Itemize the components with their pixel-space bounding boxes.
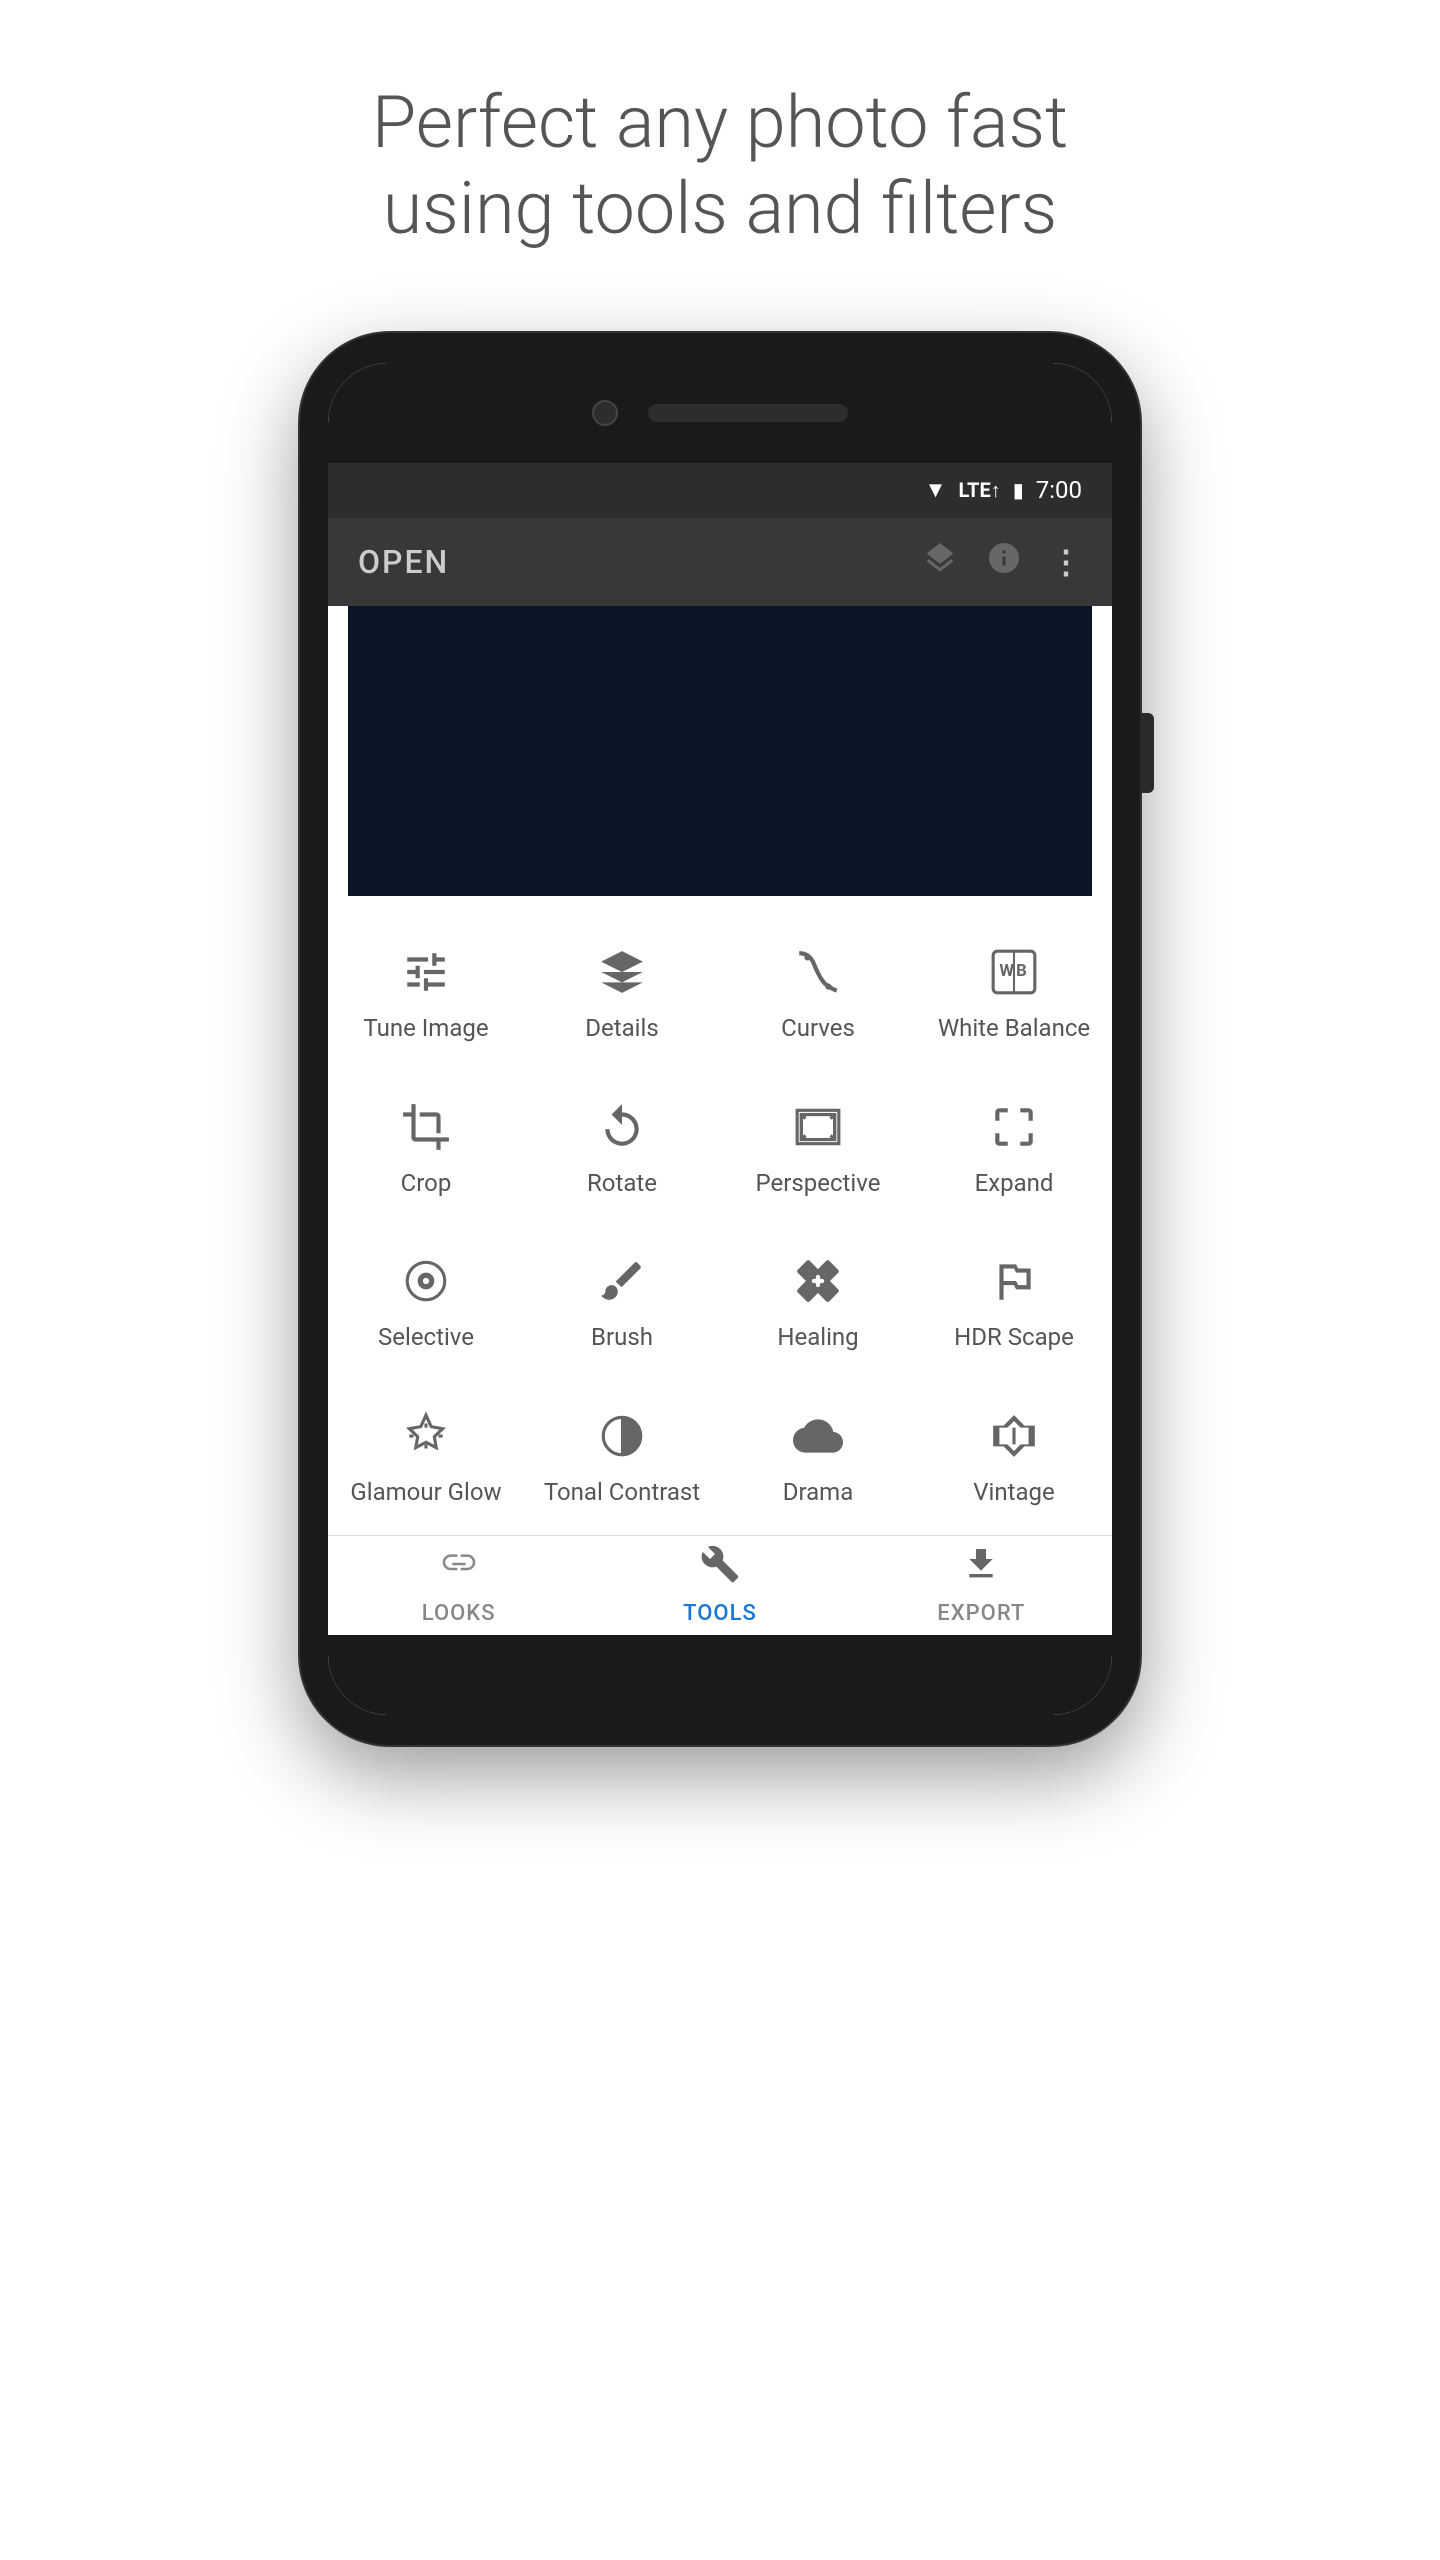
tool-hdr-scape[interactable]: HDR Scape [916, 1225, 1112, 1380]
hdr-scape-icon [989, 1253, 1039, 1309]
glamour-glow-icon [401, 1408, 451, 1464]
tool-rotate[interactable]: Rotate [524, 1071, 720, 1226]
wifi-icon: ▼ [925, 477, 947, 503]
tool-drama[interactable]: Drama [720, 1380, 916, 1535]
tool-tonal-contrast[interactable]: Tonal Contrast [524, 1380, 720, 1535]
drama-icon [793, 1408, 843, 1464]
white-balance-icon: W B [989, 944, 1039, 1000]
perspective-label: Perspective [756, 1169, 881, 1198]
brush-icon [597, 1253, 647, 1309]
tool-glamour-glow[interactable]: Glamour Glow [328, 1380, 524, 1535]
phone-speaker [648, 404, 848, 422]
drama-label: Drama [783, 1478, 854, 1507]
tune-image-icon [401, 944, 451, 1000]
details-label: Details [585, 1014, 658, 1043]
bottom-nav: LOOKS TOOLS [328, 1535, 1112, 1635]
status-bar: ▼ LTE↑ ▮ 7:00 [328, 463, 1112, 518]
app-header: OPEN ⋮ [328, 518, 1112, 606]
tool-healing[interactable]: Healing [720, 1225, 916, 1380]
headline-line2: using tools and filters [383, 166, 1057, 251]
vintage-icon [989, 1408, 1039, 1464]
export-label: EXPORT [937, 1601, 1025, 1626]
battery-icon: ▮ [1013, 478, 1024, 502]
more-icon[interactable]: ⋮ [1050, 543, 1082, 581]
header-icons: ⋮ [922, 540, 1082, 584]
lte-icon: LTE↑ [958, 478, 1000, 503]
healing-icon [793, 1253, 843, 1309]
crop-label: Crop [401, 1169, 452, 1198]
tune-image-label: Tune Image [363, 1014, 488, 1043]
tool-perspective[interactable]: Perspective [720, 1071, 916, 1226]
tools-grid: Tune Image Details [328, 916, 1112, 1535]
tool-white-balance[interactable]: W B White Balance [916, 916, 1112, 1071]
details-icon [597, 944, 647, 1000]
phone-bezel-bottom [328, 1635, 1112, 1715]
tools-label: TOOLS [683, 1601, 757, 1626]
phone-camera [592, 400, 618, 426]
tonal-contrast-icon [597, 1408, 647, 1464]
expand-label: Expand [975, 1169, 1054, 1198]
glamour-glow-label: Glamour Glow [350, 1478, 501, 1507]
healing-label: Healing [777, 1323, 858, 1352]
tool-vintage[interactable]: Vintage [916, 1380, 1112, 1535]
nav-tools[interactable]: TOOLS [589, 1544, 850, 1626]
svg-text:W: W [999, 962, 1014, 981]
perspective-icon [793, 1099, 843, 1155]
phone-bezel-top [328, 363, 1112, 463]
headline: Perfect any photo fast using tools and f… [272, 80, 1168, 253]
tool-tune-image[interactable]: Tune Image [328, 916, 524, 1071]
nav-looks[interactable]: LOOKS [328, 1544, 589, 1626]
looks-icon [439, 1544, 479, 1593]
white-balance-label: White Balance [938, 1014, 1090, 1043]
hdr-scape-label: HDR Scape [954, 1323, 1074, 1352]
layers-icon[interactable] [922, 540, 958, 584]
crop-icon [401, 1099, 451, 1155]
tool-expand[interactable]: Expand [916, 1071, 1112, 1226]
phone-screen: ▼ LTE↑ ▮ 7:00 OPEN [328, 363, 1112, 1715]
looks-label: LOOKS [422, 1601, 496, 1626]
tools-icon [700, 1544, 740, 1593]
info-icon[interactable] [986, 540, 1022, 584]
curves-icon [793, 944, 843, 1000]
rotate-icon [597, 1099, 647, 1155]
vintage-label: Vintage [973, 1478, 1054, 1507]
tool-details[interactable]: Details [524, 916, 720, 1071]
photo-area [348, 606, 1092, 896]
tool-selective[interactable]: Selective [328, 1225, 524, 1380]
tool-curves[interactable]: Curves [720, 916, 916, 1071]
curves-label: Curves [781, 1014, 855, 1043]
svg-text:B: B [1016, 962, 1027, 981]
headline-line1: Perfect any photo fast [372, 80, 1068, 165]
brush-label: Brush [591, 1323, 653, 1352]
rotate-label: Rotate [587, 1169, 657, 1198]
open-button[interactable]: OPEN [358, 543, 449, 581]
selective-label: Selective [378, 1323, 474, 1352]
phone-mockup: ▼ LTE↑ ▮ 7:00 OPEN [300, 333, 1140, 2133]
nav-export[interactable]: EXPORT [851, 1544, 1112, 1626]
export-icon [961, 1544, 1001, 1593]
phone-frame: ▼ LTE↑ ▮ 7:00 OPEN [300, 333, 1140, 1745]
expand-icon [989, 1099, 1039, 1155]
selective-icon [401, 1253, 451, 1309]
status-time: 7:00 [1036, 476, 1082, 504]
tools-panel: Tune Image Details [328, 896, 1112, 1635]
tool-crop[interactable]: Crop [328, 1071, 524, 1226]
tonal-contrast-label: Tonal Contrast [544, 1478, 700, 1507]
tool-brush[interactable]: Brush [524, 1225, 720, 1380]
